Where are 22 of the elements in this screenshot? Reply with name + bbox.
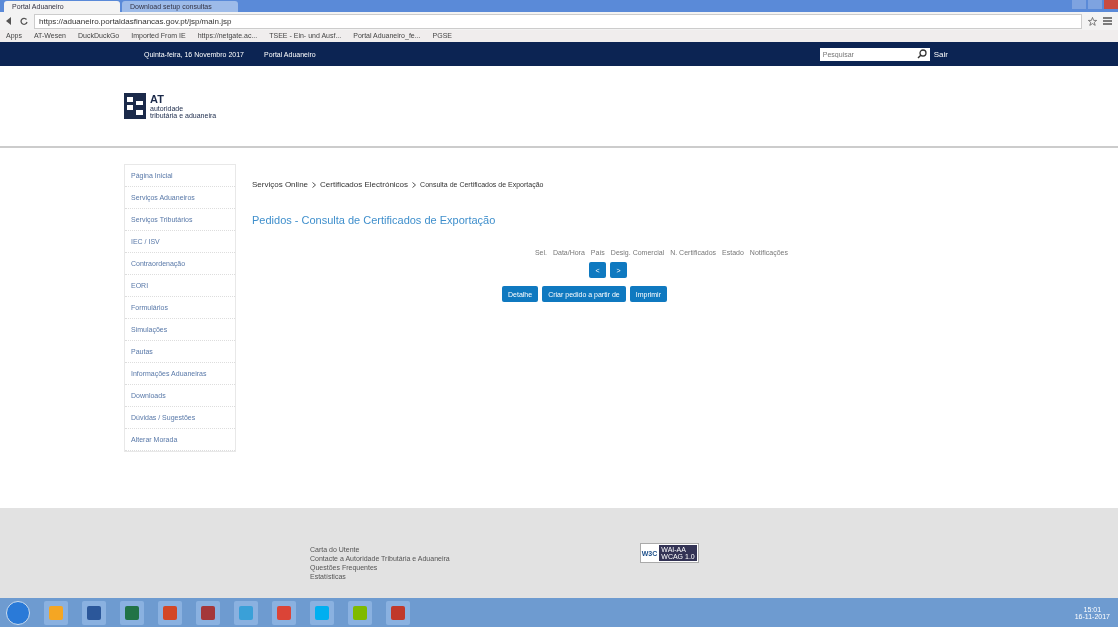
taskbar-app-icon[interactable]: [158, 600, 182, 625]
start-icon[interactable]: [6, 600, 30, 625]
search-icon[interactable]: [916, 49, 927, 59]
menu-icon[interactable]: [1103, 17, 1112, 25]
page-title: Pedidos - Consulta de Certificados de Exportação: [252, 214, 496, 226]
star-icon[interactable]: [1088, 16, 1097, 26]
taskbar-app-icon[interactable]: [196, 600, 220, 625]
taskbar-app-icon[interactable]: [44, 600, 68, 625]
taskbar-app-icon[interactable]: [272, 600, 296, 625]
logo-text: AT: [150, 93, 165, 105]
back-icon[interactable]: [6, 17, 14, 25]
reload-icon[interactable]: [20, 17, 28, 25]
breadcrumb-link[interactable]: Serviços Online: [252, 180, 309, 189]
taskbar-app-icon[interactable]: [386, 600, 410, 625]
taskbar-app-icon[interactable]: [120, 600, 144, 625]
breadcrumb-link[interactable]: Certificados Electrónicos: [320, 180, 409, 189]
taskbar-app-icon[interactable]: [82, 600, 106, 625]
address-field[interactable]: https://aduaneiro.portaldasfinancas.gov.pt/jsp/main.jsp: [34, 13, 1082, 29]
chevron-icon: [412, 181, 417, 188]
logout-link[interactable]: Sair: [933, 49, 948, 59]
chevron-icon: [312, 181, 317, 188]
logo-icon: [124, 93, 146, 119]
